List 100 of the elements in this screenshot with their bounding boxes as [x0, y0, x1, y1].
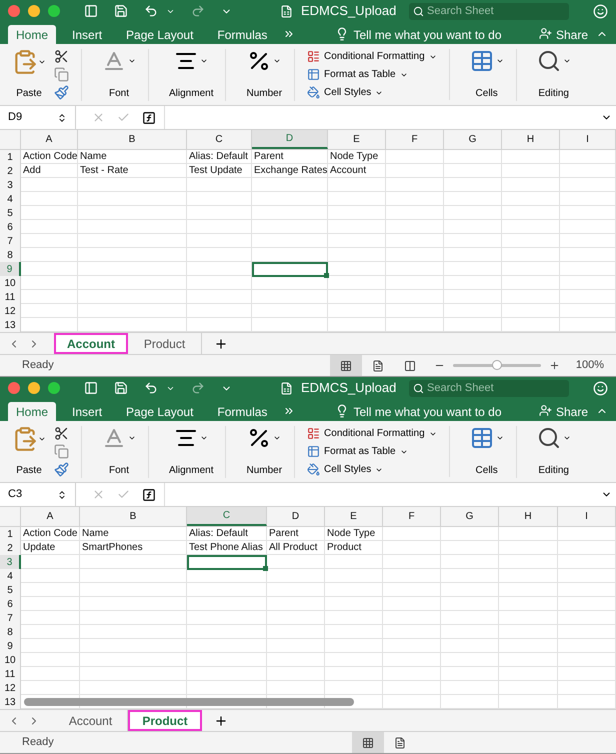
function-icon[interactable] — [142, 488, 156, 502]
name-box[interactable]: C3 — [0, 483, 76, 506]
row-header[interactable]: 8 — [0, 248, 21, 263]
alignment-button[interactable]: Alignment — [161, 426, 222, 478]
font-button[interactable]: Font — [94, 48, 144, 100]
smiley-icon[interactable] — [593, 4, 608, 18]
more-tabs-icon[interactable] — [283, 405, 296, 417]
row-header[interactable]: 2 — [0, 541, 21, 556]
ribbon-tab[interactable]: Formulas — [209, 25, 276, 44]
row-header[interactable]: 4 — [0, 192, 21, 207]
add-sheet-icon[interactable] — [214, 714, 228, 728]
fill-handle[interactable] — [263, 566, 268, 571]
row-header[interactable]: 10 — [0, 653, 21, 668]
save-icon[interactable] — [114, 381, 128, 395]
styles-menu-button[interactable]: Format as Table — [307, 444, 437, 459]
ribbon-tab[interactable]: Insert — [64, 25, 110, 44]
column-header[interactable]: F — [383, 507, 441, 526]
zoom-icon[interactable] — [48, 382, 60, 394]
row-header[interactable]: 10 — [0, 276, 21, 291]
row-header[interactable]: 7 — [0, 234, 21, 249]
row-header[interactable]: 3 — [0, 555, 21, 570]
paintbrush-icon[interactable] — [54, 84, 69, 100]
paste-button[interactable]: Paste — [12, 426, 46, 478]
view-button[interactable] — [330, 355, 362, 376]
ribbon-tab[interactable]: Formulas — [209, 402, 276, 421]
zoom-in-icon[interactable] — [548, 360, 560, 371]
fill-handle[interactable] — [324, 273, 329, 278]
column-header[interactable]: F — [386, 130, 444, 149]
column-header[interactable]: H — [499, 507, 558, 526]
row-header[interactable]: 6 — [0, 220, 21, 235]
zoom-slider-thumb[interactable] — [492, 360, 502, 370]
row-header[interactable]: 9 — [0, 262, 21, 277]
sidebar-icon[interactable] — [84, 381, 98, 395]
ribbon-tab[interactable]: Insert — [64, 402, 110, 421]
search-field[interactable]: Search Sheet — [409, 2, 569, 20]
view-button[interactable] — [352, 732, 384, 753]
styles-menu-button[interactable]: Cell Styles — [307, 462, 437, 477]
column-header[interactable]: I — [560, 130, 616, 149]
zoom-icon[interactable] — [48, 5, 60, 17]
save-icon[interactable] — [114, 4, 128, 18]
sheet-tab[interactable]: Account — [54, 333, 128, 354]
minimize-icon[interactable] — [28, 382, 40, 394]
row-header[interactable]: 5 — [0, 583, 21, 598]
row-header[interactable]: 11 — [0, 667, 21, 682]
column-header[interactable]: D — [252, 130, 328, 149]
row-header[interactable]: 12 — [0, 681, 21, 696]
row-header[interactable]: 7 — [0, 611, 21, 626]
row-header[interactable]: 13 — [0, 695, 21, 709]
ribbon-tab[interactable]: Home — [8, 25, 56, 44]
number-button[interactable]: Number — [238, 48, 290, 100]
column-header[interactable]: H — [502, 130, 560, 149]
column-header[interactable]: B — [78, 130, 187, 149]
column-header[interactable]: A — [21, 130, 78, 149]
ribbon-tab[interactable]: Page Layout — [118, 402, 202, 421]
styles-menu-button[interactable]: Format as Table — [307, 67, 437, 82]
row-header[interactable]: 3 — [0, 178, 21, 193]
number-button[interactable]: Number — [238, 426, 290, 478]
name-box[interactable]: D9 — [0, 106, 76, 129]
share-button[interactable]: Share — [556, 402, 588, 421]
cells-button[interactable]: Cells — [462, 426, 512, 478]
column-header[interactable]: D — [267, 507, 325, 526]
row-header[interactable]: 12 — [0, 304, 21, 319]
share-button[interactable]: Share — [556, 25, 588, 44]
row-header[interactable]: 2 — [0, 164, 21, 179]
column-header[interactable]: A — [21, 507, 80, 526]
row-header[interactable]: 11 — [0, 290, 21, 305]
scrollbar[interactable] — [24, 698, 354, 706]
row-header[interactable]: 9 — [0, 639, 21, 654]
tell-me-button[interactable]: Tell me what you want to do — [353, 25, 502, 44]
column-header[interactable]: E — [325, 507, 383, 526]
column-header[interactable]: I — [558, 507, 616, 526]
editing-button[interactable]: Editing — [528, 48, 579, 100]
column-header[interactable]: G — [444, 130, 502, 149]
styles-menu-button[interactable]: Cell Styles — [307, 85, 437, 100]
column-header[interactable]: G — [441, 507, 499, 526]
row-header[interactable]: 4 — [0, 569, 21, 584]
row-header[interactable]: 6 — [0, 597, 21, 612]
undo-icon[interactable] — [144, 381, 158, 395]
paintbrush-icon[interactable] — [54, 462, 69, 476]
add-sheet-icon[interactable] — [214, 336, 228, 350]
ribbon-tab[interactable]: Page Layout — [118, 25, 202, 44]
styles-menu-button[interactable]: Conditional Formatting — [307, 49, 437, 64]
scissors-icon[interactable] — [54, 426, 69, 440]
search-field[interactable]: Search Sheet — [409, 380, 569, 396]
tell-me-button[interactable]: Tell me what you want to do — [353, 402, 502, 421]
row-header[interactable]: 1 — [0, 150, 21, 165]
styles-menu-button[interactable]: Conditional Formatting — [307, 426, 437, 441]
undo-icon[interactable] — [144, 4, 158, 18]
scissors-icon[interactable] — [54, 48, 69, 64]
function-icon[interactable] — [142, 110, 156, 124]
column-header[interactable]: C — [187, 507, 267, 526]
sidebar-icon[interactable] — [84, 4, 98, 18]
column-header[interactable]: E — [328, 130, 386, 149]
paste-button[interactable]: Paste — [12, 48, 46, 100]
alignment-button[interactable]: Alignment — [161, 48, 222, 100]
cells-button[interactable]: Cells — [462, 48, 512, 100]
row-header[interactable]: 5 — [0, 206, 21, 221]
ribbon-tab[interactable]: Home — [8, 402, 56, 421]
row-header[interactable]: 1 — [0, 527, 21, 542]
row-header[interactable]: 8 — [0, 625, 21, 640]
